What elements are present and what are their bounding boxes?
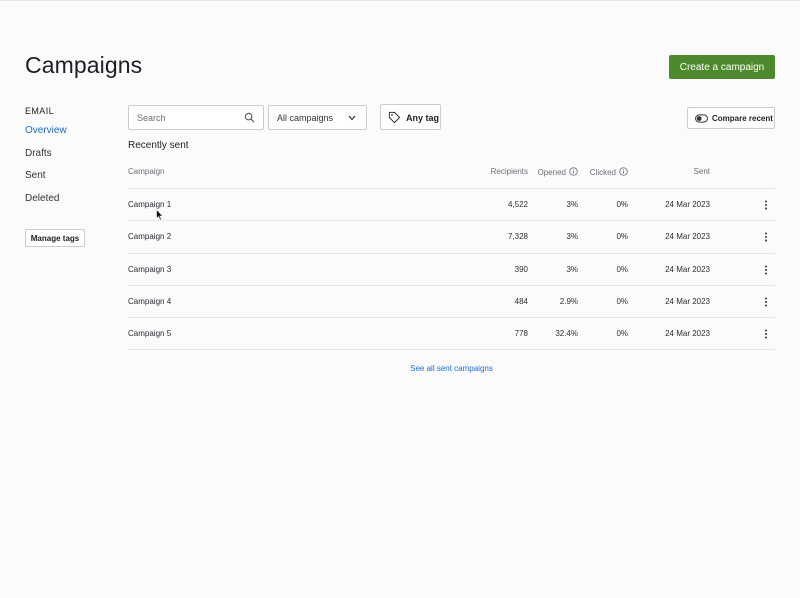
create-campaign-button[interactable]: Create a campaign [669,55,775,79]
sent-date: 24 Mar 2023 [665,200,710,209]
compare-recent-label: Compare recent [712,114,773,123]
campaign-name[interactable]: Campaign 3 [128,265,171,274]
sidebar-item-deleted[interactable]: Deleted [25,188,115,211]
opened-value: 3% [566,232,578,242]
more-vertical-icon[interactable] [763,328,769,340]
recipients-value: 390 [514,264,528,274]
campaign-name[interactable]: Campaign 1 [128,200,171,209]
table-row[interactable]: Campaign 5 778 32.4% 0% 24 Mar 2023 [128,318,775,351]
campaign-filter-value: All campaigns [277,113,334,123]
toggle-icon [695,114,708,123]
sent-date: 24 Mar 2023 [665,296,710,306]
column-header-campaign: Campaign [128,167,165,176]
compare-recent-toggle[interactable]: Compare recent [687,107,775,129]
clicked-value: 0% [616,264,628,274]
campaign-name[interactable]: Campaign 2 [128,232,171,241]
sidebar-item-drafts[interactable]: Drafts [25,143,115,166]
chevron-down-icon [348,115,356,121]
opened-value: 32.4% [555,329,578,339]
section-title: Recently sent [128,140,189,151]
sidebar-item-overview[interactable]: Overview [25,120,115,143]
campaigns-table: Campaign Recipients Opened Clicked Sent … [128,160,775,351]
campaign-name[interactable]: Campaign 5 [128,329,171,338]
opened-value: 2.9% [559,296,578,306]
column-header-clicked-label: Clicked [589,168,616,177]
tag-icon [388,111,401,124]
search-field [128,105,264,130]
manage-tags-button[interactable]: Manage tags [25,229,85,247]
sent-date: 24 Mar 2023 [665,264,710,274]
clicked-value: 0% [616,329,628,339]
sidebar-heading: EMAIL [25,106,55,116]
info-icon[interactable] [569,167,578,176]
more-vertical-icon[interactable] [763,264,769,276]
clicked-value: 0% [616,296,628,306]
search-icon[interactable] [244,112,255,123]
column-header-opened-label: Opened [537,168,566,177]
more-vertical-icon[interactable] [763,231,769,243]
recipients-value: 4,522 [507,200,528,209]
sent-date: 24 Mar 2023 [665,329,710,339]
see-all-sent-link[interactable]: See all sent campaigns [0,364,800,373]
table-row[interactable]: Campaign 2 7,328 3% 0% 24 Mar 2023 [128,221,775,254]
clicked-value: 0% [616,200,628,209]
campaign-filter-select[interactable]: All campaigns [268,105,367,130]
more-vertical-icon[interactable] [763,199,769,211]
table-row[interactable]: Campaign 4 484 2.9% 0% 24 Mar 2023 [128,286,775,319]
table-row[interactable]: Campaign 1 4,522 3% 0% 24 Mar 2023 [128,189,775,222]
opened-value: 3% [566,200,578,209]
tag-filter-label: Any tag [406,113,440,123]
tag-filter-button[interactable]: Any tag [380,104,441,130]
recipients-value: 7,328 [507,232,528,242]
campaigns-page: Campaigns Create a campaign EMAIL Overvi… [0,0,800,598]
opened-value: 3% [566,264,578,274]
clicked-value: 0% [616,232,628,242]
info-icon[interactable] [619,167,628,176]
recipients-value: 778 [514,329,528,339]
top-divider [0,0,800,1]
column-header-recipients: Recipients [490,167,528,176]
column-header-clicked: Clicked [590,167,628,177]
mouse-cursor-icon [156,209,164,221]
more-vertical-icon[interactable] [763,296,769,308]
table-row[interactable]: Campaign 3 390 3% 0% 24 Mar 2023 [128,254,775,286]
page-title: Campaigns [25,52,143,78]
search-input[interactable] [129,106,239,129]
column-header-sent: Sent [693,167,710,176]
sidebar: EMAIL Overview Drafts Sent Deleted Manag… [25,106,115,247]
recipients-value: 484 [514,296,528,306]
sidebar-item-sent[interactable]: Sent [25,165,115,188]
table-header: Campaign Recipients Opened Clicked Sent [128,160,775,189]
campaign-name[interactable]: Campaign 4 [128,297,171,306]
column-header-opened: Opened [538,167,578,177]
sent-date: 24 Mar 2023 [665,232,710,242]
